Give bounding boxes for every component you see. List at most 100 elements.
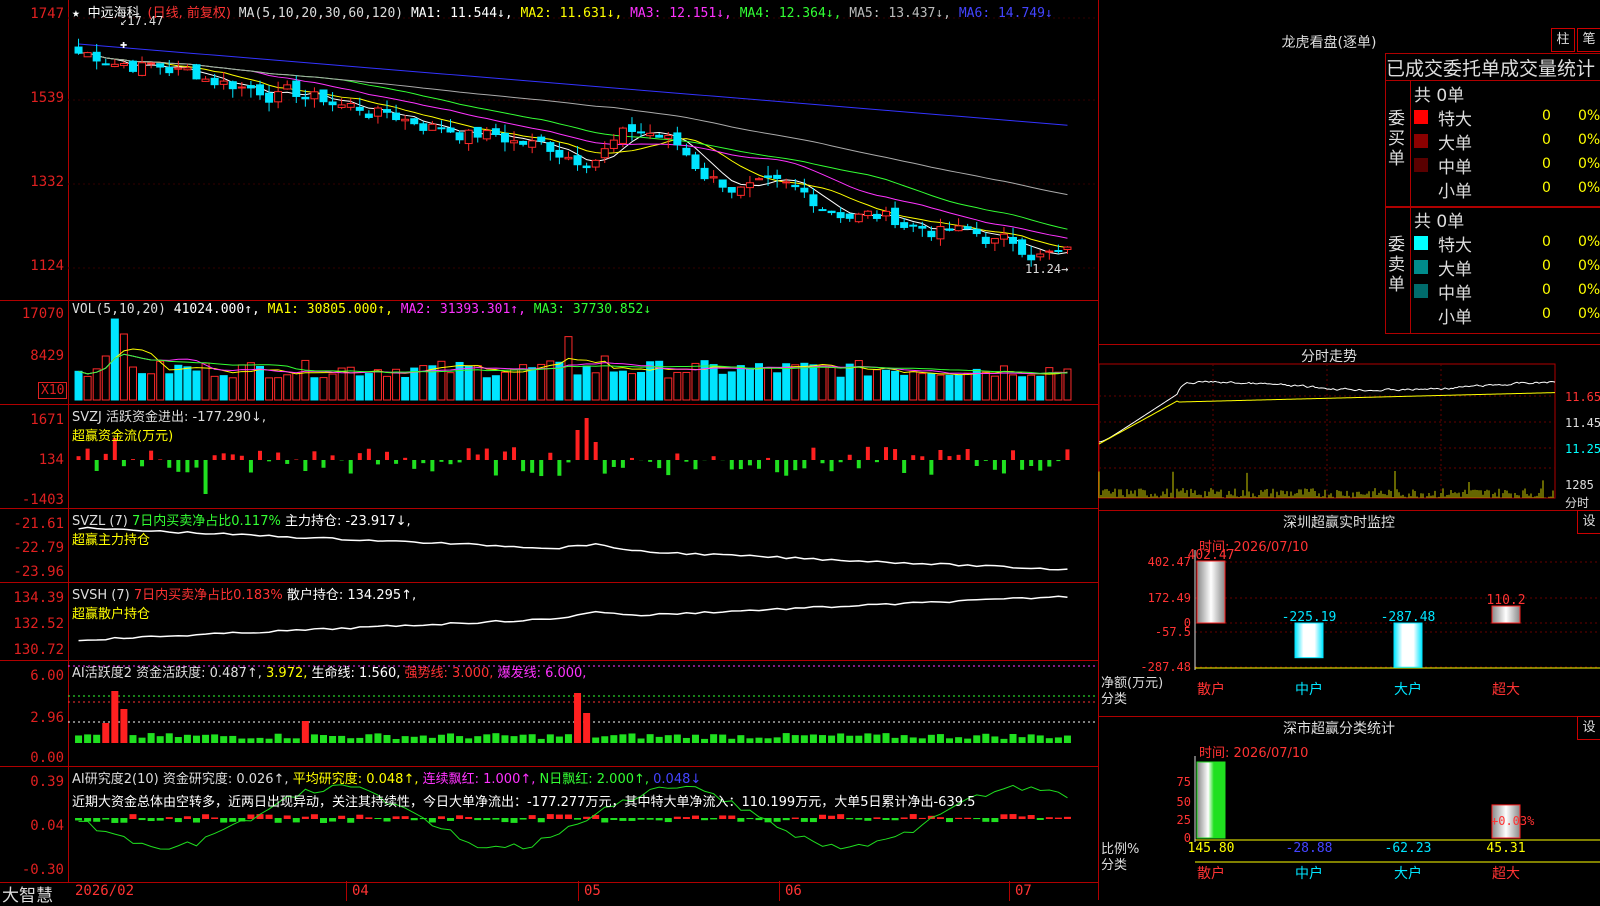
star-icon[interactable]: ★ xyxy=(72,6,80,21)
flow-bar xyxy=(929,460,933,475)
vol-header: VOL(5,10,20) 41024.000↑, MA1: 30805.000↑… xyxy=(72,302,651,317)
research-bar xyxy=(193,818,200,823)
activity-bar xyxy=(991,736,998,743)
svzj-header: SVZJ 活跃资金进出: -177.290↓, 超赢资金流(万元) xyxy=(72,406,266,444)
svzl-main: 主力持仓: -23.917↓, xyxy=(285,514,411,529)
volume-bar xyxy=(837,377,844,400)
candlestick-chart[interactable]: ✚ xyxy=(0,0,1098,300)
flow-bar xyxy=(485,449,489,460)
activity-bar xyxy=(901,735,908,743)
volume-bar xyxy=(883,370,890,400)
candle-body xyxy=(193,65,200,79)
flow-bar xyxy=(249,460,253,472)
volume-bar xyxy=(220,376,227,400)
svzj-panel[interactable]: 1671 134 -1403 SVZJ 活跃资金进出: -177.290↓, 超… xyxy=(0,404,1098,509)
candle-body xyxy=(619,128,626,143)
research-bar xyxy=(692,816,699,819)
classify-bar-chart[interactable]: 7550250145.80散户-28.88中户-62.23大户45.31超大 xyxy=(1099,716,1600,900)
volume-bar xyxy=(982,372,989,400)
candle-body xyxy=(529,141,536,147)
activity-bar xyxy=(293,738,300,743)
ma6-value: MA6: 14.749↓ xyxy=(959,6,1053,21)
research-bar xyxy=(556,815,563,819)
activity-bar xyxy=(828,736,835,743)
research-bar xyxy=(801,818,808,822)
plus-marker: ✚ xyxy=(120,37,127,51)
svsh-panel[interactable]: 134.39 132.52 130.72 SVSH (7) 7日内买卖净占比0.… xyxy=(0,582,1098,661)
flow-bar xyxy=(367,449,371,460)
candle-body xyxy=(483,131,490,139)
candle-body xyxy=(1019,240,1026,254)
order-size-name: 中单 xyxy=(1438,153,1472,178)
column-view-button[interactable]: 柱 xyxy=(1551,28,1575,52)
activity-bar xyxy=(501,735,508,743)
candle-body xyxy=(75,47,82,53)
flow-bar xyxy=(1020,460,1024,470)
activity-bar xyxy=(728,739,735,743)
svzl-sub: 超赢主力持仓 xyxy=(72,529,411,548)
flow-bar xyxy=(757,460,761,469)
candle-body xyxy=(883,211,890,216)
flow-bar xyxy=(167,460,171,468)
research-bar xyxy=(955,818,962,819)
flow-bar xyxy=(712,456,716,460)
classify-panel[interactable]: 深市超赢分类统计 设 时间: 2026/07/10 7550250145.80散… xyxy=(1098,716,1600,900)
classify-xlabel: 分类 xyxy=(1101,854,1127,873)
volume-bar xyxy=(783,364,790,400)
research-bar xyxy=(610,818,617,820)
order-count: 0 xyxy=(1542,108,1551,124)
research-bar xyxy=(247,815,254,819)
activity-bar xyxy=(420,736,427,743)
candle-body xyxy=(411,119,418,124)
flow-bar xyxy=(848,455,852,460)
flow-bar xyxy=(376,460,380,464)
research-bar xyxy=(75,818,82,820)
flow-bar xyxy=(675,453,679,460)
activity-bar xyxy=(238,739,245,743)
intraday-axis-label: 11.45 xyxy=(1565,416,1600,430)
candle-body xyxy=(511,141,518,143)
candle-body xyxy=(973,229,980,233)
activity-bar xyxy=(93,735,100,743)
flow-bar xyxy=(131,459,135,460)
flow-bar xyxy=(521,460,525,471)
monitor-panel[interactable]: 深圳超赢实时监控 设 时间: 2026/07/10 402.47172.490-… xyxy=(1098,510,1600,717)
research-bar xyxy=(284,815,291,819)
activity-bar xyxy=(247,738,254,743)
ai-research-panel[interactable]: 0.39 0.04 -0.30 AI研究度2(10) 资金研究度: 0.026↑… xyxy=(0,766,1098,882)
activity-bar xyxy=(120,709,127,743)
intraday-chart[interactable] xyxy=(1099,344,1600,510)
ai-activity-panel[interactable]: 6.00 2.96 0.00 AI活跃度2 资金活跃度: 0.487↑, 3.9… xyxy=(0,660,1098,767)
svzl-pct: 7日内买卖净占比0.117% xyxy=(132,514,281,529)
activity-bar xyxy=(692,735,699,743)
vol-ma1: MA1: 30805.000↑, xyxy=(268,302,393,317)
candle-body xyxy=(610,140,617,148)
monitor-bar-chart[interactable]: 402.47172.490-57.5-287.48402.47散户-225.19… xyxy=(1099,510,1600,716)
volume-bar xyxy=(692,363,699,400)
flow-bar xyxy=(966,449,970,460)
kline-panel[interactable]: 1747 1539 1332 1124 ✚ ★ 中远海科 (日线, 前复权) M… xyxy=(0,0,1098,301)
research-bar xyxy=(619,818,626,821)
intraday-panel[interactable]: 分时走势 11.65 11.45 11.25 1285 分时 xyxy=(1098,344,1600,511)
svzl-panel[interactable]: -21.61 -22.79 -23.96 SVZL (7) 7日内买卖净占比0.… xyxy=(0,508,1098,583)
volume-bar xyxy=(384,376,391,400)
activity-bar xyxy=(384,735,391,743)
flow-bar xyxy=(821,460,825,463)
activity-bar xyxy=(284,738,291,743)
order-size-name: 大单 xyxy=(1438,255,1472,280)
flow-bar xyxy=(748,460,752,465)
activity-bar xyxy=(774,737,781,743)
research-bar xyxy=(492,818,499,820)
tick-view-button[interactable]: 笔 xyxy=(1577,28,1600,52)
activity-bar xyxy=(556,737,563,743)
candle-body xyxy=(828,211,835,212)
research-bar xyxy=(166,817,173,819)
flow-bar xyxy=(621,460,625,468)
volume-panel[interactable]: 17070 8429 X10 VOL(5,10,20) 41024.000↑, … xyxy=(0,300,1098,405)
flow-bar xyxy=(140,460,144,466)
volume-bar xyxy=(320,378,327,400)
ai1-label: AI活跃度2 资金活跃度: 0.487↑, xyxy=(72,666,262,681)
lhb-panel: 龙虎看盘(逐单) 柱 笔 已成交委托单成交量统计 委买单 共 0单 特大00%大… xyxy=(1098,0,1600,345)
activity-bar xyxy=(256,738,263,743)
research-bar xyxy=(520,818,527,820)
